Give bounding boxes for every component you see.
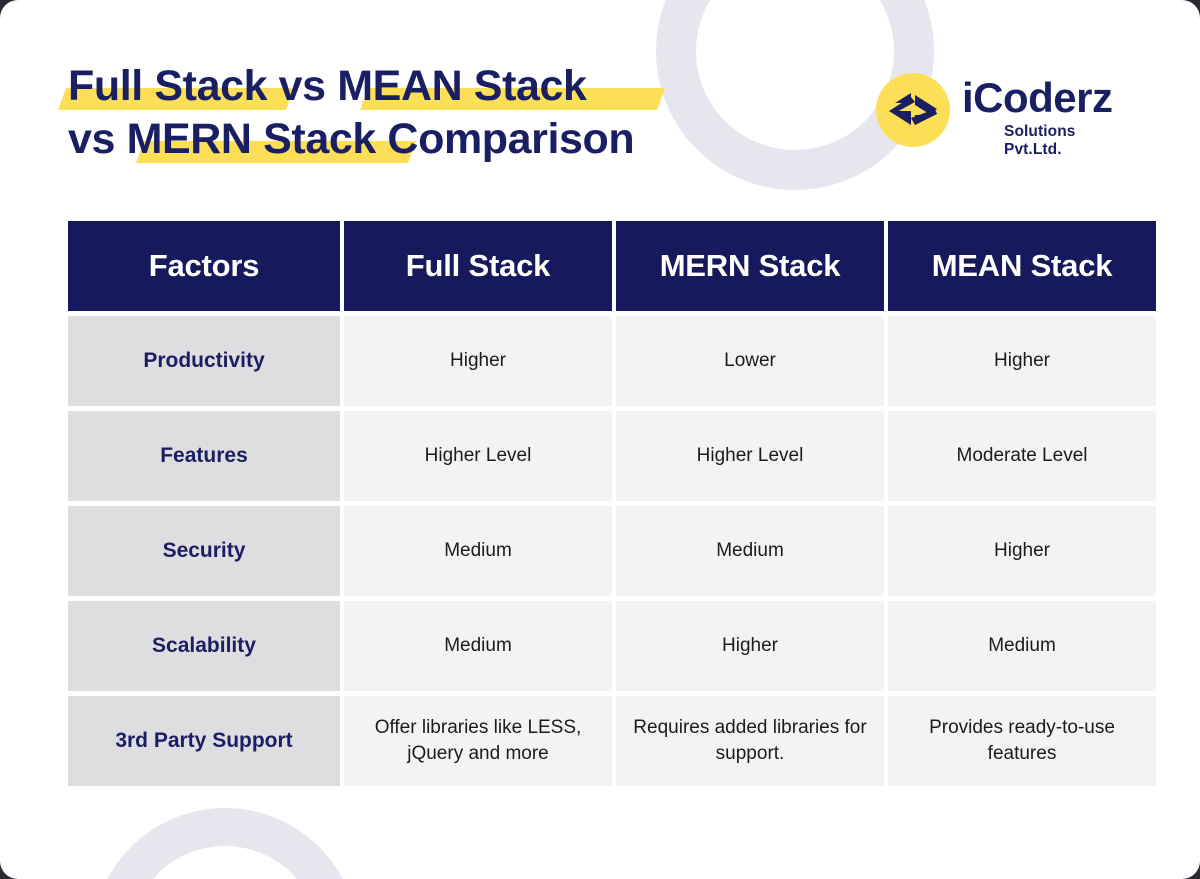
page-title: Full Stack vs MEAN Stack vs MERN Stack C… [57, 60, 666, 166]
header: Full Stack vs MEAN Stack vs MERN Stack C… [0, 0, 1200, 200]
row-label: Features [68, 411, 340, 501]
table-row: Security Medium Medium Higher [68, 506, 1158, 596]
row-label: 3rd Party Support [68, 696, 340, 786]
cell-mean-stack: Higher [888, 506, 1156, 596]
cell-full-stack: Medium [344, 506, 612, 596]
title-line-2: vs MERN Stack Comparison [68, 113, 635, 166]
logo-name: iCoderz [962, 74, 1113, 121]
cell-mean-stack: Provides ready-to-use features [888, 696, 1156, 786]
table-row: 3rd Party Support Offer libraries like L… [68, 696, 1158, 786]
cell-full-stack: Offer libraries like LESS, jQuery and mo… [344, 696, 612, 786]
cell-mern-stack: Requires added libraries for support. [616, 696, 884, 786]
cell-mern-stack: Higher [616, 601, 884, 691]
title-line-2-text: vs MERN Stack Comparison [68, 115, 635, 163]
cell-mern-stack: Higher Level [616, 411, 884, 501]
column-header-factors: Factors [68, 221, 340, 311]
row-label: Security [68, 506, 340, 596]
title-line-1-text: Full Stack vs MEAN Stack [68, 62, 587, 110]
title-line-1: Full Stack vs MEAN Stack [57, 60, 666, 113]
row-label: Productivity [68, 316, 340, 406]
cell-mern-stack: Medium [616, 506, 884, 596]
table-row: Scalability Medium Higher Medium [68, 601, 1158, 691]
infographic-card: Full Stack vs MEAN Stack vs MERN Stack C… [0, 0, 1200, 879]
double-arrow-icon [876, 73, 950, 147]
cell-mean-stack: Moderate Level [888, 411, 1156, 501]
cell-full-stack: Medium [344, 601, 612, 691]
column-header-full-stack: Full Stack [344, 221, 612, 311]
table-header-row: Factors Full Stack MERN Stack MEAN Stack [68, 221, 1158, 311]
cell-mern-stack: Lower [616, 316, 884, 406]
cell-full-stack: Higher Level [344, 411, 612, 501]
table-row: Productivity Higher Lower Higher [68, 316, 1158, 406]
logo[interactable]: iCoderz Solutions Pvt.Ltd. [876, 73, 1128, 158]
row-label: Scalability [68, 601, 340, 691]
table-row: Features Higher Level Higher Level Moder… [68, 411, 1158, 501]
decorative-ring-bottom [92, 808, 358, 879]
cell-full-stack: Higher [344, 316, 612, 406]
logo-subtitle: Solutions Pvt.Ltd. [1004, 123, 1076, 158]
cell-mean-stack: Medium [888, 601, 1156, 691]
column-header-mern-stack: MERN Stack [616, 221, 884, 311]
comparison-table: Factors Full Stack MERN Stack MEAN Stack… [68, 221, 1158, 786]
column-header-mean-stack: MEAN Stack [888, 221, 1156, 311]
cell-mean-stack: Higher [888, 316, 1156, 406]
